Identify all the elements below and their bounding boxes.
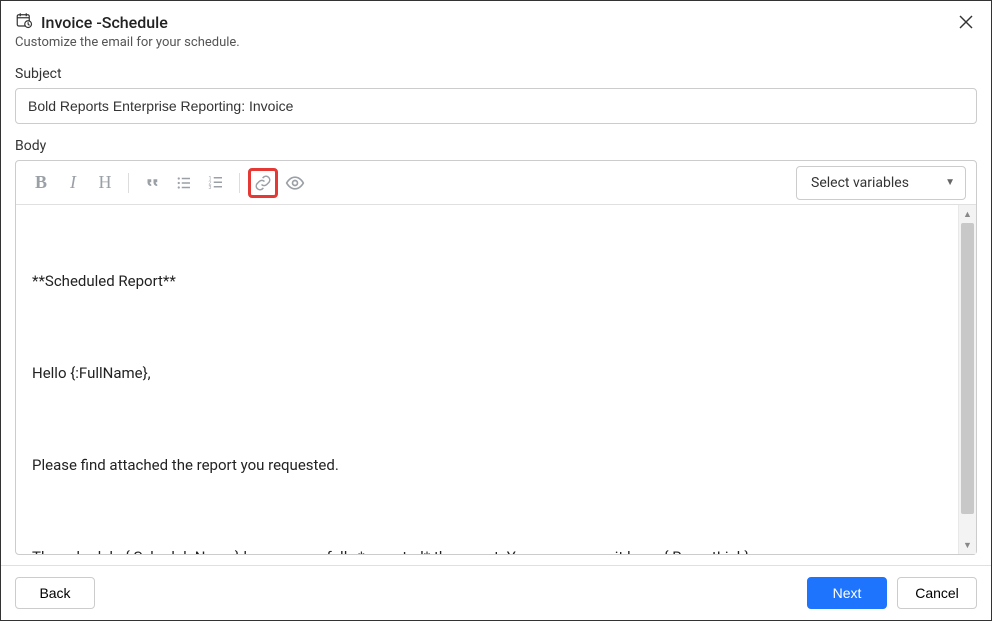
chevron-down-icon: ▼ <box>945 177 955 188</box>
eye-icon <box>285 173 305 193</box>
subject-input[interactable] <box>15 88 977 124</box>
scrollbar-thumb[interactable] <box>961 223 974 514</box>
close-icon <box>959 13 973 34</box>
select-variables-dropdown[interactable]: Select variables ▼ <box>796 166 966 200</box>
italic-button[interactable]: I <box>58 168 88 198</box>
dialog-title: Invoice -Schedule <box>41 13 168 32</box>
invoice-schedule-dialog: Invoice -Schedule Customize the email fo… <box>0 0 992 621</box>
body-text-line: **Scheduled Report** <box>32 269 942 293</box>
dialog-footer: Back Next Cancel <box>1 565 991 620</box>
heading-icon: H <box>99 172 112 193</box>
editor-textarea[interactable]: **Scheduled Report** Hello {:FullName}, … <box>16 205 958 554</box>
select-variables-label: Select variables <box>811 175 909 191</box>
heading-button[interactable]: H <box>90 168 120 198</box>
ordered-list-icon: 123 <box>207 174 225 192</box>
body-text-line: The schedule {:ScheduleName} has success… <box>32 545 942 554</box>
next-button[interactable]: Next <box>807 577 887 609</box>
dialog-body: Subject Body B I H <box>1 56 991 565</box>
subject-label: Subject <box>15 66 977 82</box>
quote-icon <box>143 174 161 192</box>
toolbar-separator <box>128 173 129 193</box>
dialog-header: Invoice -Schedule Customize the email fo… <box>1 1 991 56</box>
scroll-up-arrow-icon[interactable]: ▲ <box>959 205 976 223</box>
italic-icon: I <box>70 172 76 193</box>
close-button[interactable] <box>955 11 977 37</box>
editor-toolbar: B I H <box>16 161 976 205</box>
rich-text-editor: B I H <box>15 160 977 555</box>
dialog-subtitle: Customize the email for your schedule. <box>15 35 240 50</box>
quote-button[interactable] <box>137 168 167 198</box>
body-label: Body <box>15 138 977 154</box>
bold-icon: B <box>35 172 47 193</box>
toolbar-separator <box>239 173 240 193</box>
bold-button[interactable]: B <box>26 168 56 198</box>
body-text-line: Hello {:FullName}, <box>32 361 942 385</box>
cancel-button[interactable]: Cancel <box>897 577 977 609</box>
link-icon <box>254 174 272 192</box>
body-text-line: Please find attached the report you requ… <box>32 453 942 477</box>
back-button[interactable]: Back <box>15 577 95 609</box>
calendar-schedule-icon <box>15 11 33 33</box>
unordered-list-button[interactable] <box>169 168 199 198</box>
scroll-down-arrow-icon[interactable]: ▼ <box>959 536 976 554</box>
preview-button[interactable] <box>280 168 310 198</box>
ordered-list-button[interactable]: 123 <box>201 168 231 198</box>
link-button[interactable] <box>248 168 278 198</box>
unordered-list-icon <box>175 174 193 192</box>
vertical-scrollbar[interactable]: ▲ ▼ <box>958 205 976 554</box>
svg-text:3: 3 <box>209 185 212 191</box>
